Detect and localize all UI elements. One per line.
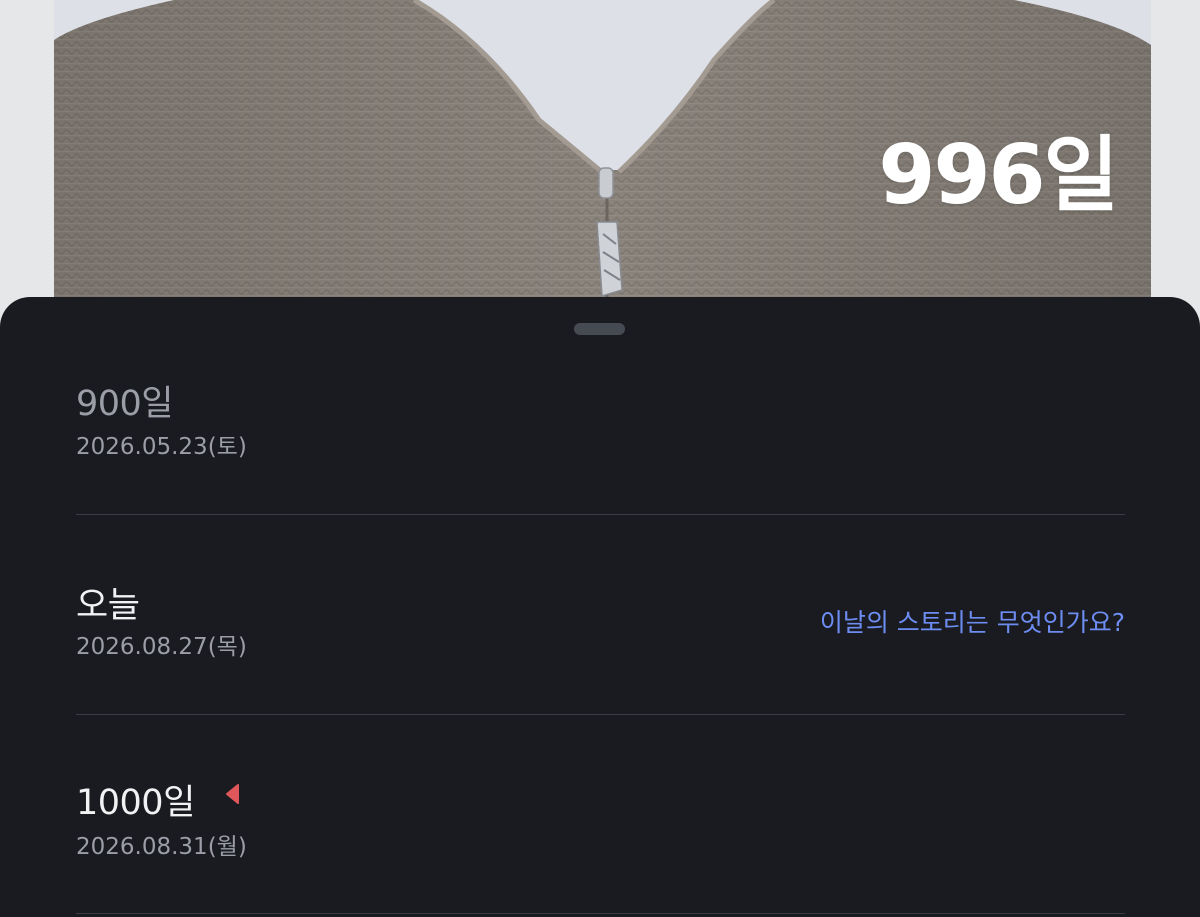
divider — [76, 913, 1125, 914]
screen: 996일 900일 2026.05.23(토) 오늘 2026.08.27(목)… — [0, 0, 1200, 917]
milestone-next-title: 1000일 — [76, 783, 195, 823]
milestone-next-row[interactable]: 1000일 2026.08.31(월) — [76, 297, 1125, 917]
milestone-bottom-sheet[interactable]: 900일 2026.05.23(토) 오늘 2026.08.27(목) 이날의 … — [0, 297, 1200, 917]
milestone-next-date: 2026.08.31(월) — [76, 834, 247, 860]
left-triangle-marker-icon — [226, 784, 239, 804]
dday-count-label: 996일 — [878, 128, 1119, 223]
cover-photo[interactable]: 996일 — [54, 0, 1151, 330]
